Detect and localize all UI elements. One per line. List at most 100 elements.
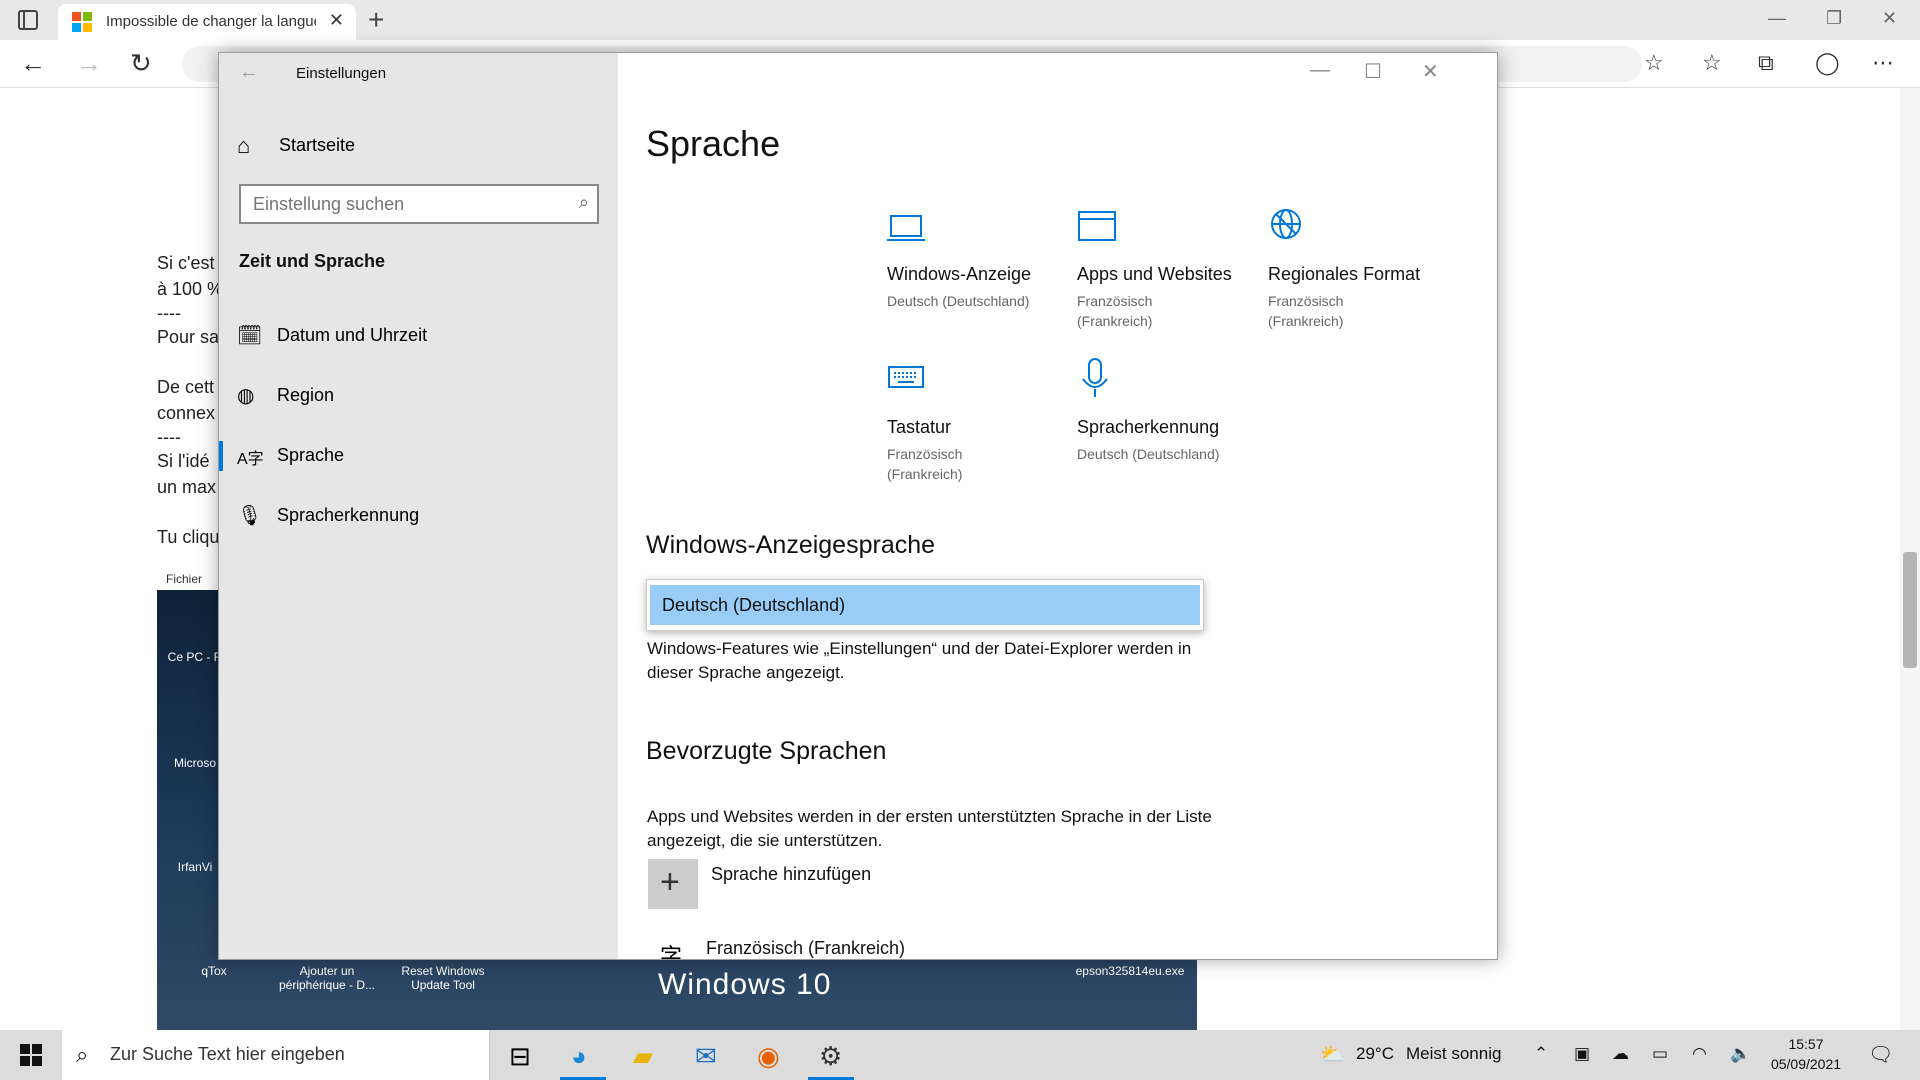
page-title: Sprache (646, 123, 781, 164)
page-text-line: ---- (157, 303, 181, 323)
tile-speech[interactable]: Spracherkennung Deutsch (Deutschland) (1077, 357, 1267, 464)
search-icon[interactable]: ⌕ (579, 192, 589, 213)
wifi-icon[interactable]: ◠ (1692, 1044, 1707, 1064)
selection-indicator (219, 441, 223, 471)
preferred-languages-description: Apps und Websites werden in der ersten u… (647, 807, 1212, 850)
settings-main-pane: — ☐ ✕ Sprache Windows-Anzeige Deutsch (D… (618, 53, 1497, 959)
home-icon: ⌂ (237, 133, 251, 158)
page-scrollbar-thumb[interactable] (1903, 552, 1917, 668)
tile-keyboard[interactable]: Tastatur Französisch (Frankreich) (887, 357, 1077, 484)
desktop-icon-label: Reset Windows Update Tool (401, 964, 485, 992)
battery-icon[interactable]: ▭ (1652, 1044, 1668, 1064)
language-icon: A字 (237, 451, 264, 468)
favorites-icon[interactable]: ☆ (1702, 50, 1722, 76)
profile-icon[interactable]: ◯ (1815, 50, 1840, 76)
restore-browser-icon[interactable]: ❐ (1826, 8, 1842, 29)
collections-icon[interactable]: ⧉ (1758, 50, 1774, 76)
page-text-line: ---- (157, 427, 181, 447)
mail-icon[interactable]: ✉ (682, 1030, 732, 1080)
tile-subtitle: Französisch (Frankreich) (1268, 293, 1344, 329)
notifications-icon[interactable]: 🗨 (1868, 1042, 1893, 1067)
page-text-line: à 100 % (157, 279, 224, 299)
task-view-icon[interactable]: ⊟ (496, 1030, 546, 1080)
taskbar-search-placeholder: Zur Suche Text hier eingeben (110, 1044, 345, 1064)
display-language-dropdown[interactable]: Deutsch (Deutschland) (646, 579, 1204, 631)
minimize-icon[interactable]: — (1310, 59, 1330, 82)
settings-search-input[interactable] (253, 192, 553, 216)
weather-temperature[interactable]: 29°C (1356, 1044, 1394, 1064)
preferred-languages-heading: Bevorzugte Sprachen (646, 737, 887, 765)
taskbar: ⌕ Zur Suche Text hier eingeben ⊟ ◕ ▰ ✉ ◉… (0, 1030, 1920, 1080)
settings-window: ← Einstellungen ⌂ Startseite ⌕ Zeit und … (218, 52, 1498, 960)
browser-tab-bar: Impossible de changer la langue ✕ + — ❐ … (0, 0, 1920, 40)
dropdown-option-selected[interactable]: Deutsch (Deutschland) (650, 585, 1200, 625)
desktop-icon-label: epson325814eu.exe (1075, 964, 1185, 978)
sidebar-item-speech[interactable]: 🎙 Spracherkennung (219, 495, 618, 535)
new-tab-button[interactable]: + (368, 4, 384, 36)
close-icon[interactable]: ✕ (1422, 59, 1439, 84)
add-language-button[interactable]: + (648, 859, 698, 909)
language-list-item[interactable]: Französisch (Frankreich) (706, 938, 905, 959)
tab-actions-icon[interactable] (18, 10, 38, 30)
keyboard-icon (888, 366, 924, 388)
tile-apps-websites[interactable]: Apps und Websites Französisch (Frankreic… (1077, 204, 1267, 331)
minimize-browser-icon[interactable]: — (1768, 8, 1786, 29)
laptop-icon (887, 215, 925, 241)
firefox-icon[interactable]: ◉ (744, 1030, 794, 1080)
taskbar-search-box[interactable]: ⌕ Zur Suche Text hier eingeben (62, 1030, 490, 1080)
home-nav-item[interactable]: ⌂ Startseite (237, 131, 607, 161)
tile-windows-display[interactable]: Windows-Anzeige Deutsch (Deutschland) (887, 204, 1077, 311)
sidebar-item-region[interactable]: ◍ Region (219, 375, 618, 415)
windows-10-banner: Windows 10 (658, 968, 832, 1001)
close-tab-icon[interactable]: ✕ (329, 10, 344, 31)
edge-browser-icon[interactable]: ◕ (558, 1030, 608, 1080)
globe-icon (1271, 209, 1301, 239)
language-icon: 字 (660, 944, 683, 959)
settings-search-box[interactable]: ⌕ (239, 184, 599, 224)
settings-title: Einstellungen (296, 65, 387, 82)
sidebar-item-label: Sprache (277, 445, 345, 465)
show-hidden-icons-icon[interactable]: ⌃ (1534, 1044, 1548, 1064)
page-text-line: Si c'est (157, 253, 215, 273)
weather-icon[interactable]: ⛅ (1320, 1042, 1345, 1067)
settings-gear-icon[interactable]: ⚙ (806, 1030, 856, 1080)
add-language-label[interactable]: Sprache hinzufügen (711, 864, 871, 885)
clock[interactable]: 15:57 05/09/2021 (1766, 1034, 1846, 1074)
page-text-line: De cett (157, 377, 215, 397)
tab-title: Impossible de changer la langue (106, 13, 316, 30)
close-browser-icon[interactable]: ✕ (1882, 8, 1897, 29)
more-menu-icon[interactable]: ⋯ (1872, 50, 1894, 76)
tile-title: Regionales Format (1268, 264, 1421, 284)
sidebar-item-language[interactable]: A字 Sprache (219, 435, 618, 475)
add-favorite-icon[interactable]: ☆ (1644, 50, 1664, 76)
browser-tab[interactable]: Impossible de changer la langue ✕ (58, 4, 356, 40)
calendar-clock-icon: 🗓 (237, 325, 263, 347)
maximize-icon[interactable]: ☐ (1364, 59, 1382, 84)
meet-now-icon[interactable]: ▣ (1574, 1044, 1590, 1064)
sidebar-item-label: Spracherkennung (277, 505, 420, 525)
microsoft-logo-icon (72, 12, 92, 32)
refresh-icon[interactable]: ↻ (130, 48, 152, 79)
dropdown-option-label: Deutsch (Deutschland) (662, 595, 846, 615)
tile-regional-format[interactable]: Regionales Format Französisch (Frankreic… (1268, 204, 1458, 331)
forward-icon[interactable]: → (76, 48, 102, 79)
file-explorer-icon[interactable]: ▰ (620, 1030, 670, 1080)
sidebar-item-label: Region (277, 385, 335, 405)
windows-start-icon[interactable] (20, 1044, 42, 1066)
search-icon: ⌕ (76, 1042, 89, 1067)
sidebar-item-date-time[interactable]: 🗓 Datum und Uhrzeit (219, 315, 618, 355)
page-text-line: connex (157, 403, 216, 423)
volume-icon[interactable]: 🔈 (1730, 1044, 1751, 1064)
onedrive-icon[interactable]: ☁ (1612, 1044, 1629, 1064)
back-arrow-icon[interactable]: ← (239, 61, 259, 84)
tile-subtitle: Französisch (Frankreich) (1077, 293, 1153, 329)
tile-subtitle: Deutsch (Deutschland) (1077, 446, 1220, 462)
tile-title: Tastatur (887, 417, 952, 437)
back-icon[interactable]: ← (20, 48, 46, 79)
microphone-icon (1082, 358, 1108, 397)
display-language-heading: Windows-Anzeigesprache (646, 531, 936, 559)
home-label: Startseite (279, 135, 356, 155)
weather-condition[interactable]: Meist sonnig (1406, 1044, 1501, 1064)
clock-date: 05/09/2021 (1770, 1056, 1842, 1072)
window-icon (1078, 211, 1116, 241)
